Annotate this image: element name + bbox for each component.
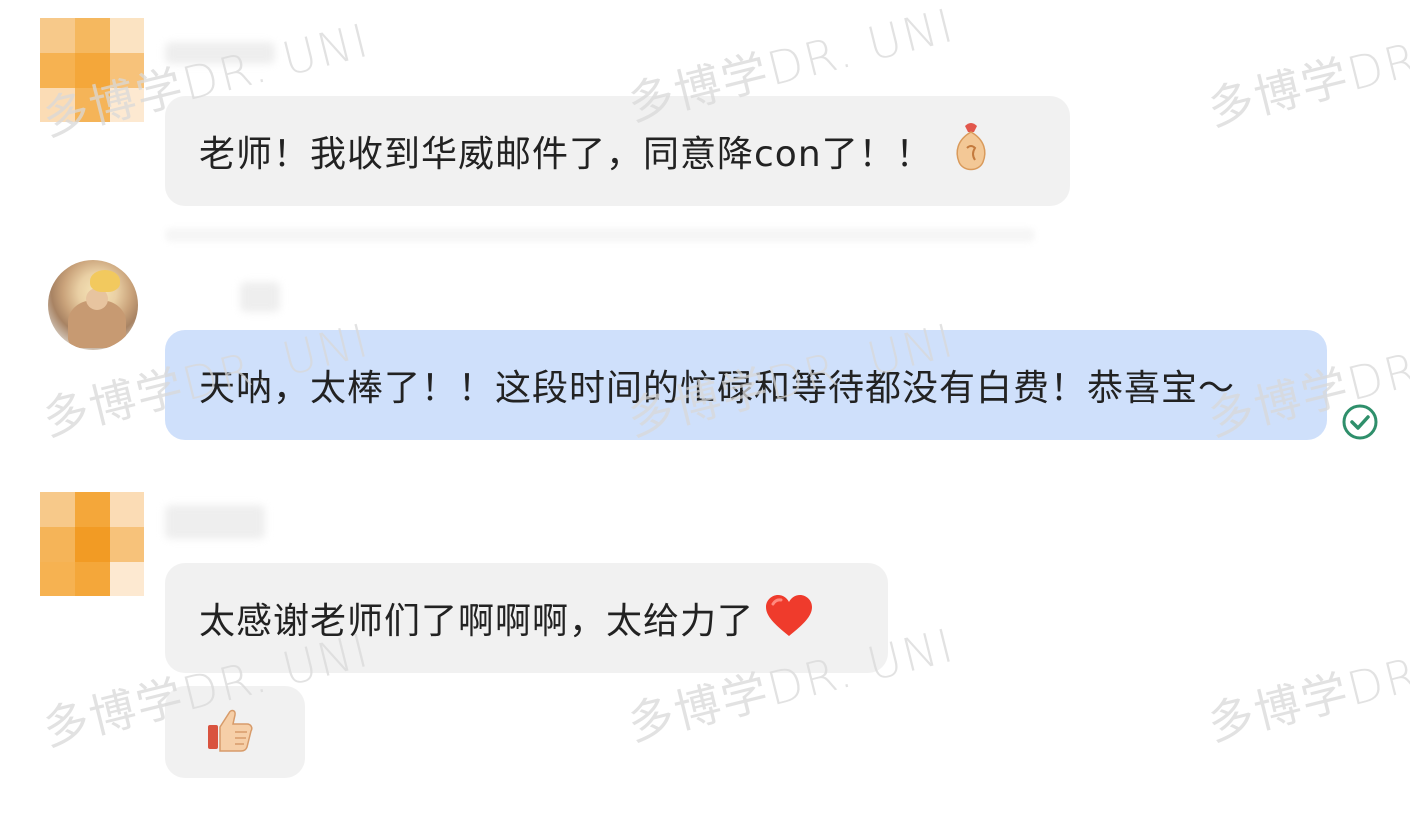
message-text: 老师！我收到华威邮件了，同意降con了！！: [199, 134, 933, 175]
teacher-avatar[interactable]: [48, 260, 138, 350]
message-text: 太感谢老师们了啊啊啊，太给力了: [199, 601, 755, 642]
thumbs-up-icon: [205, 705, 255, 759]
message-bubble-own[interactable]: 天呐，太棒了！！这段时间的忙碌和等待都没有白费！恭喜宝～: [165, 330, 1327, 440]
money-bag-icon: [951, 122, 991, 180]
divider: [165, 228, 1035, 242]
emoji-message-bubble[interactable]: [165, 686, 305, 778]
message-text: 天呐，太棒了！！这段时间的忙碌和等待都没有白费！恭喜宝～: [199, 368, 1236, 409]
chat-screenshot: 老师！我收到华威邮件了，同意降con了！！ 天呐，太棒了！！这段时间的忙碌和等待…: [0, 0, 1410, 832]
sender-name-blurred: [165, 505, 265, 539]
watermark: 多博学DR. UNI: [1202, 618, 1410, 752]
sender-name-blurred: [165, 42, 275, 64]
read-check-icon: [1342, 404, 1378, 440]
teacher-name-blurred: [240, 282, 280, 312]
message-bubble[interactable]: 老师！我收到华威邮件了，同意降con了！！: [165, 96, 1070, 206]
message-bubble[interactable]: 太感谢老师们了啊啊啊，太给力了: [165, 563, 888, 673]
watermark: 多博学DR. UNI: [1202, 3, 1410, 137]
sender-avatar-blurred[interactable]: [40, 18, 144, 122]
heart-icon: [764, 594, 814, 642]
sender-avatar-blurred[interactable]: [40, 492, 144, 596]
